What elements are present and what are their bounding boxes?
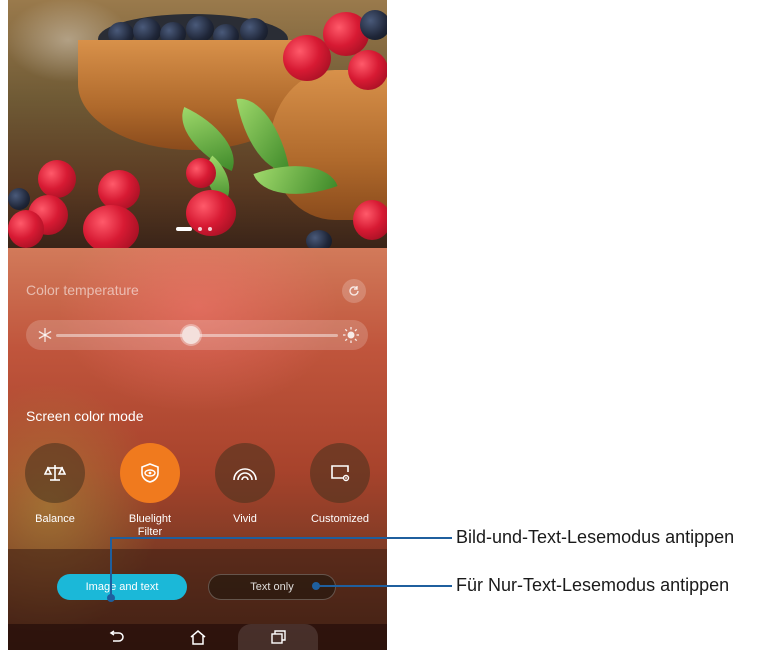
callout-line-image-text [110, 537, 452, 539]
mode-bluelight-filter[interactable]: Bluelight Filter [110, 443, 190, 539]
mode-vivid-label: Vivid [233, 513, 257, 525]
custom-screen-icon [331, 465, 350, 482]
mode-customized-label: Customized [310, 513, 370, 525]
callout-text-only-label: Für Nur-Text-Lesemodus antippen [456, 575, 730, 595]
home-button[interactable] [188, 628, 208, 646]
mode-vivid[interactable]: Vivid [205, 443, 285, 526]
mode-balance[interactable]: Balance [15, 443, 95, 526]
slider-thumb[interactable] [182, 326, 201, 344]
image-and-text-button[interactable]: Image and text [57, 574, 187, 600]
carousel-indicator [176, 227, 212, 231]
home-icon [190, 630, 206, 645]
callout-image-text-label: Bild-und-Text-Lesemodus antippen [456, 527, 735, 547]
callout-vline-image-text [110, 538, 112, 596]
navigation-bar [8, 624, 387, 650]
phone-screen: Color temperature Screen color mode Bala… [8, 0, 387, 650]
header-photo [8, 0, 387, 248]
recent-apps-button[interactable] [268, 628, 288, 646]
rainbow-icon [233, 468, 257, 481]
mode-bluelight-filter-label: Bluelight Filter [128, 513, 172, 538]
recent-apps-icon [271, 630, 286, 644]
settings-panel: Color temperature Screen color mode Bala… [8, 248, 387, 650]
mode-balance-label: Balance [35, 513, 75, 525]
sun-icon [343, 327, 359, 343]
eye-shield-icon [141, 463, 159, 483]
back-button[interactable] [106, 628, 126, 646]
back-icon [109, 630, 124, 642]
color-temperature-slider[interactable] [26, 320, 368, 350]
snowflake-icon [38, 328, 52, 342]
screen-color-mode-title: Screen color mode [26, 408, 144, 424]
color-temperature-title: Color temperature [26, 282, 139, 298]
callout-line-text-only [316, 585, 452, 587]
refresh-icon [349, 286, 359, 296]
reset-color-temperature-button[interactable] [342, 279, 366, 303]
balance-scale-icon [44, 465, 66, 481]
mode-customized[interactable]: Customized [300, 443, 380, 526]
